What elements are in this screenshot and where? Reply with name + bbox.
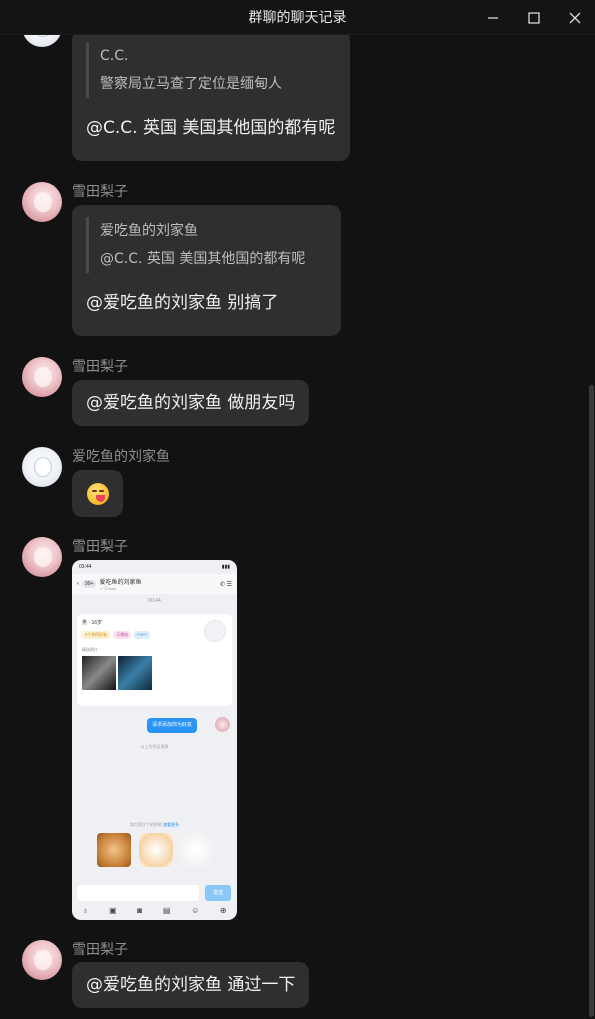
avatar[interactable] bbox=[22, 182, 62, 222]
message-bubble[interactable]: 爱吃鱼的刘家鱼 @C.C. 英国 美国其他国的都有呢 @爱吃鱼的刘家鱼 别搞了 bbox=[72, 205, 341, 336]
minimize-icon bbox=[487, 16, 498, 19]
avatar[interactable] bbox=[22, 447, 62, 487]
image-icon: ▣ bbox=[109, 906, 117, 915]
message-text: @爱吃鱼的刘家鱼 做朋友吗 bbox=[86, 393, 296, 413]
phone-send-button: 发送 bbox=[205, 885, 231, 901]
minimize-button[interactable] bbox=[472, 0, 513, 35]
avatar-face bbox=[34, 547, 52, 567]
avatar-face bbox=[34, 192, 52, 212]
message-text: @爱吃鱼的刘家鱼 通过一下 bbox=[86, 975, 296, 995]
phone-toolbar: ♁ ▣ ◙ ▤ ☺ ⊕ bbox=[72, 906, 237, 915]
avatar-face bbox=[34, 950, 52, 970]
photos-label: 精选照片 bbox=[82, 647, 98, 652]
emoji-icon: ☺ bbox=[191, 906, 200, 915]
mic-icon: ♁ bbox=[82, 906, 89, 915]
message-text: @爱吃鱼的刘家鱼 别搞了 bbox=[86, 293, 279, 313]
sticker-hint: 和大家打个招呼吧 查看更多 bbox=[72, 822, 237, 828]
sender-name: 爱吃鱼的刘家鱼 bbox=[72, 449, 170, 465]
emoji-eye bbox=[91, 489, 97, 492]
scrollbar-thumb[interactable] bbox=[589, 385, 594, 1017]
window-title: 群聊的聊天记录 bbox=[248, 10, 347, 26]
unread-badge: 99+ bbox=[82, 580, 97, 588]
avatar-face bbox=[34, 367, 52, 387]
avatar[interactable] bbox=[22, 537, 62, 577]
avatar-face bbox=[34, 457, 52, 477]
phone-chat-name: 爱吃鱼的刘家鱼 bbox=[99, 579, 142, 586]
avatar[interactable] bbox=[22, 357, 62, 397]
title-bar: 群聊的聊天记录 bbox=[0, 0, 595, 35]
battery-icon: ▮▮▮ bbox=[221, 564, 230, 570]
requester-avatar bbox=[215, 717, 230, 732]
window-controls bbox=[472, 0, 595, 35]
message-bubble[interactable]: @爱吃鱼的刘家鱼 通过一下 bbox=[72, 962, 310, 1008]
message-bubble[interactable]: C.C. 警察局立马查了定位是缅甸人 @C.C. 英国 美国其他国的都有呢 bbox=[72, 30, 350, 161]
profile-tag: 天蝎座 bbox=[113, 631, 132, 639]
photo-thumb bbox=[82, 656, 116, 690]
photo-strip bbox=[82, 656, 227, 690]
image-message-screenshot[interactable]: 03:44 ▮▮▮ ‹ 99+ 爱吃鱼的刘家鱼 一下Iman ✆ ☰ 00:44… bbox=[72, 560, 237, 920]
phone-call-icon: ✆ ☰ bbox=[219, 581, 232, 588]
scrollbar[interactable] bbox=[589, 35, 595, 1019]
friend-request-bubble: 请求添加你为好友 bbox=[147, 718, 198, 733]
quoted-sender: C.C. bbox=[100, 48, 129, 64]
emoji-message[interactable] bbox=[72, 470, 123, 517]
phone-status-bar: 03:44 ▮▮▮ bbox=[72, 560, 237, 574]
photo-thumb bbox=[118, 656, 152, 690]
message-text: @C.C. 英国 美国其他国的都有呢 bbox=[86, 118, 336, 138]
phone-chat-subtitle: 一下Iman bbox=[99, 585, 117, 591]
avatar[interactable] bbox=[22, 940, 62, 980]
back-arrow-icon: ‹ bbox=[77, 581, 79, 587]
sticker-hint-link: 查看更多 bbox=[163, 822, 180, 827]
quoted-sender: 爱吃鱼的刘家鱼 bbox=[100, 223, 198, 239]
phone-time: 03:44 bbox=[79, 564, 92, 570]
gift-icon: ▤ bbox=[162, 906, 171, 915]
plus-icon: ⊕ bbox=[219, 906, 227, 915]
maximize-icon bbox=[527, 11, 540, 24]
phone-time-divider: 00:44 bbox=[148, 598, 161, 604]
phone-chat-header: ‹ 99+ 爱吃鱼的刘家鱼 一下Iman ✆ ☰ bbox=[72, 574, 237, 594]
close-button[interactable] bbox=[554, 0, 595, 35]
emoji-eye bbox=[98, 489, 104, 492]
emoji-tongue bbox=[95, 494, 105, 502]
verification-note: 以上为验证消息 bbox=[140, 744, 169, 749]
profile-tag: 5个共同好友 bbox=[82, 631, 111, 639]
profile-avatar bbox=[204, 620, 226, 642]
phone-input-box bbox=[77, 885, 199, 901]
quoted-text: @C.C. 英国 美国其他国的都有呢 bbox=[100, 251, 306, 267]
sender-name: 雪田梨子 bbox=[72, 184, 128, 200]
quoted-message[interactable]: 爱吃鱼的刘家鱼 @C.C. 英国 美国其他国的都有呢 bbox=[86, 217, 327, 273]
close-icon bbox=[569, 12, 580, 23]
dog-sticker bbox=[97, 833, 131, 867]
profile-tag: P1P+ bbox=[134, 631, 151, 639]
yum-face-emoji-icon bbox=[86, 482, 109, 505]
maximize-button[interactable] bbox=[513, 0, 554, 35]
sender-name: 雪田梨子 bbox=[72, 539, 128, 555]
corgi-sticker bbox=[139, 833, 173, 867]
sender-name: 雪田梨子 bbox=[72, 359, 128, 375]
profile-card: 男 · 16岁 5个共同好友 天蝎座 P1P+ 精选照片 bbox=[77, 614, 232, 706]
bear-sticker bbox=[179, 833, 213, 867]
quoted-text: 警察局立马查了定位是缅甸人 bbox=[100, 76, 282, 92]
camera-icon: ◙ bbox=[137, 906, 143, 915]
sender-name: 雪田梨子 bbox=[72, 942, 128, 958]
sticker-hint-text: 和大家打个招呼吧 bbox=[129, 822, 162, 827]
quoted-message[interactable]: C.C. 警察局立马查了定位是缅甸人 bbox=[86, 42, 336, 98]
message-bubble[interactable]: @爱吃鱼的刘家鱼 做朋友吗 bbox=[72, 380, 310, 426]
